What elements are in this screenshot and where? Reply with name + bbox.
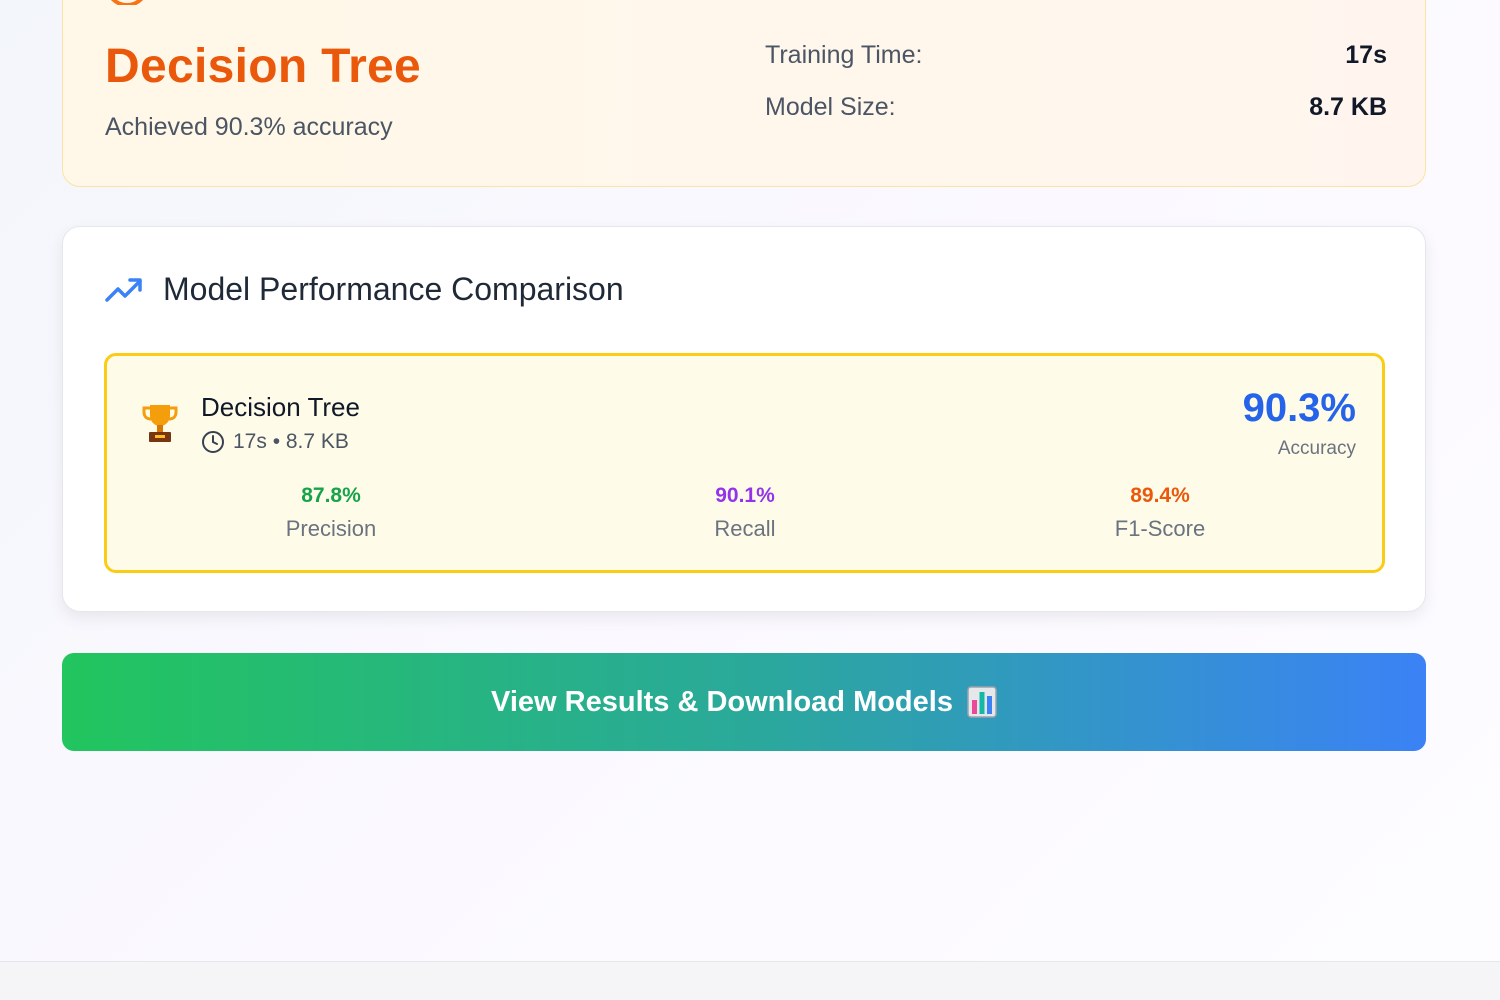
metric-value: 90.1% bbox=[715, 484, 775, 507]
comparison-header: Model Performance Comparison bbox=[105, 271, 624, 308]
performance-comparison-card: Model Performance Comparison Decision Tr… bbox=[62, 226, 1426, 612]
accuracy-value: 90.3% bbox=[1242, 386, 1356, 430]
page: Decision Tree Achieved 90.3% accuracy Tr… bbox=[0, 0, 1500, 1000]
best-model-name: Decision Tree bbox=[105, 40, 422, 93]
metric-value: 87.8% bbox=[301, 484, 361, 507]
precision-metric: 87.8% Precision bbox=[211, 484, 451, 542]
model-name: Decision Tree bbox=[201, 392, 360, 422]
view-results-label: View Results & Download Models bbox=[491, 685, 953, 718]
target-icon bbox=[105, 0, 149, 5]
clock-icon bbox=[202, 431, 224, 453]
training-time-row: Training Time: 17s bbox=[765, 41, 1387, 70]
comparison-title: Model Performance Comparison bbox=[163, 271, 624, 307]
model-meta: 17s • 8.7 KB bbox=[201, 430, 349, 454]
model-size-row: Model Size: 8.7 KB bbox=[765, 93, 1387, 122]
stat-value: 17s bbox=[1345, 41, 1387, 69]
best-model-header-icons bbox=[105, 0, 225, 5]
view-results-button[interactable]: View Results & Download Models bbox=[62, 653, 1426, 751]
f1-score-metric: 89.4% F1-Score bbox=[1040, 484, 1280, 542]
recall-metric: 90.1% Recall bbox=[625, 484, 865, 542]
metric-value: 89.4% bbox=[1130, 484, 1190, 507]
trophy-icon bbox=[142, 405, 178, 442]
trophy-icon bbox=[189, 0, 215, 1]
stat-value: 8.7 KB bbox=[1309, 93, 1387, 121]
metric-label: Precision bbox=[285, 516, 377, 541]
bar-chart-icon bbox=[967, 686, 997, 718]
trending-up-icon bbox=[105, 277, 142, 302]
stat-label: Training Time: bbox=[765, 41, 923, 69]
metric-label: Recall bbox=[714, 516, 776, 541]
model-row-decision-tree[interactable]: Decision Tree 17s • 8.7 KB 90.3% Accurac… bbox=[104, 353, 1385, 573]
best-model-card: Decision Tree Achieved 90.3% accuracy Tr… bbox=[62, 0, 1426, 187]
metric-label: F1-Score bbox=[1114, 516, 1206, 541]
model-meta-text: 17s • 8.7 KB bbox=[233, 430, 349, 453]
accuracy-label: Accuracy bbox=[1277, 438, 1356, 459]
stat-label: Model Size: bbox=[765, 93, 896, 121]
footer-bar bbox=[0, 961, 1500, 1000]
best-model-subtitle: Achieved 90.3% accuracy bbox=[105, 113, 393, 141]
